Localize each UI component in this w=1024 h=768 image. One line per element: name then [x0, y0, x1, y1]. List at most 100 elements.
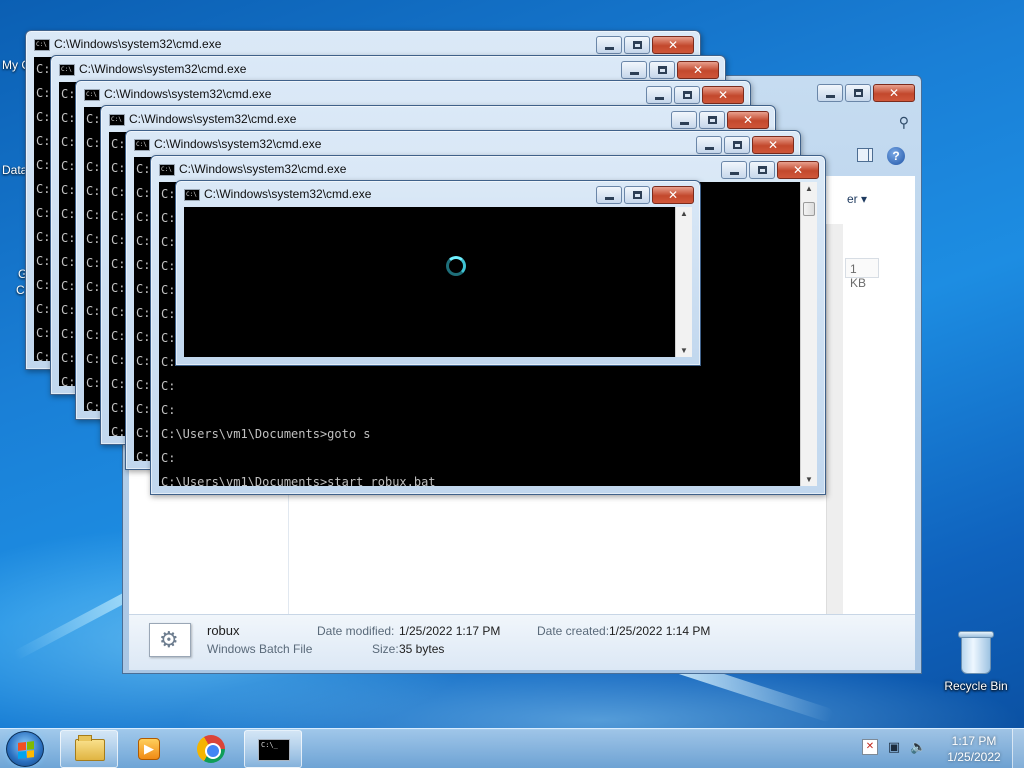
- cmd-icon: C:\: [34, 39, 50, 51]
- close-button[interactable]: [652, 186, 694, 204]
- console-line: C:: [161, 451, 176, 465]
- taskbar: C:\_ ✕ ▣ 🔈 1:17 PM 1/25/2022: [0, 728, 1024, 768]
- window-title: C:\Windows\system32\cmd.exe: [204, 187, 372, 201]
- window-title: C:\Windows\system32\cmd.exe: [179, 162, 347, 176]
- recycle-bin-icon: [957, 628, 995, 676]
- cmd-icon: C:\: [109, 114, 125, 126]
- media-player-icon: [138, 738, 160, 760]
- size-label: Size:: [372, 642, 399, 656]
- file-size-cell: 1 KB: [845, 258, 879, 290]
- window-title: C:\Windows\system32\cmd.exe: [54, 37, 222, 51]
- cmd-icon: C:\: [59, 64, 75, 76]
- search-icon[interactable]: ⚲: [899, 114, 909, 131]
- window-controls: [596, 36, 694, 54]
- maximize-button[interactable]: [724, 136, 750, 154]
- date-modified-label: Date modified:: [317, 624, 395, 638]
- minimize-button[interactable]: [621, 61, 647, 79]
- minimize-button[interactable]: [817, 84, 843, 102]
- desktop-icon-label-partial[interactable]: Data: [2, 163, 27, 177]
- view-menu-fragment[interactable]: er ▾: [847, 192, 867, 206]
- minimize-button[interactable]: [721, 161, 747, 179]
- console-scrollbar[interactable]: ▲▼: [675, 207, 692, 357]
- scroll-down-arrow-icon[interactable]: ▼: [676, 346, 692, 355]
- date-modified-value: 1/25/2022 1:17 PM: [399, 624, 501, 638]
- taskbar-explorer-button[interactable]: [60, 730, 118, 768]
- help-icon[interactable]: ?: [887, 147, 905, 165]
- recycle-bin-label: Recycle Bin: [944, 679, 1008, 693]
- show-desktop-button[interactable]: [1012, 729, 1024, 768]
- start-button[interactable]: [6, 731, 44, 767]
- minimize-button[interactable]: [696, 136, 722, 154]
- preview-pane-icon[interactable]: [857, 148, 873, 162]
- cmd-icon: C:\: [84, 89, 100, 101]
- taskbar-cmd-button[interactable]: C:\_: [244, 730, 302, 768]
- window-controls: [621, 61, 719, 79]
- file-list-scrollbar[interactable]: [826, 224, 843, 644]
- window-title: C:\Windows\system32\cmd.exe: [79, 62, 247, 76]
- console-line: C:: [161, 379, 176, 393]
- maximize-button[interactable]: [674, 86, 700, 104]
- maximize-button[interactable]: [749, 161, 775, 179]
- window-title: C:\Windows\system32\cmd.exe: [154, 137, 322, 151]
- scroll-down-arrow-icon[interactable]: ▼: [801, 475, 817, 484]
- date-created-label: Date created:: [537, 624, 610, 638]
- folder-icon: [75, 735, 105, 761]
- clock-time: 1:17 PM: [951, 734, 997, 748]
- taskbar-chrome-button[interactable]: [182, 730, 240, 768]
- close-button[interactable]: [752, 136, 794, 154]
- cmd-icon: C:\: [184, 189, 200, 201]
- close-button[interactable]: [652, 36, 694, 54]
- recycle-bin-shortcut[interactable]: Recycle Bin: [940, 628, 1012, 693]
- date-created-value: 1/25/2022 1:14 PM: [609, 624, 711, 638]
- chrome-icon: [197, 735, 225, 763]
- taskbar-media-player-button[interactable]: [120, 730, 178, 768]
- console-line: C:\Users\vm1\Documents>start robux.bat: [161, 475, 436, 486]
- batch-file-icon: ⚙: [149, 623, 191, 657]
- volume-icon[interactable]: 🔈: [910, 739, 926, 755]
- maximize-button[interactable]: [699, 111, 725, 129]
- window-title: C:\Windows\system32\cmd.exe: [104, 87, 272, 101]
- loading-spinner-icon: [446, 256, 466, 276]
- maximize-button[interactable]: [845, 84, 871, 102]
- scroll-up-arrow-icon[interactable]: ▲: [801, 184, 817, 193]
- details-pane: ⚙ robux Windows Batch File Date modified…: [129, 614, 915, 670]
- minimize-button[interactable]: [596, 186, 622, 204]
- window-controls: [671, 111, 769, 129]
- maximize-button[interactable]: [649, 61, 675, 79]
- close-button[interactable]: [727, 111, 769, 129]
- clock-date: 1/25/2022: [947, 750, 1001, 764]
- window-controls: [646, 86, 744, 104]
- size-value: 35 bytes: [399, 642, 445, 656]
- window-controls: [596, 186, 694, 204]
- window-controls: [696, 136, 794, 154]
- action-center-alert-icon[interactable]: ✕: [862, 739, 878, 755]
- window-controls: [721, 161, 819, 179]
- scroll-up-arrow-icon[interactable]: ▲: [676, 209, 692, 218]
- close-button[interactable]: [702, 86, 744, 104]
- explorer-window-controls: [817, 84, 915, 102]
- minimize-button[interactable]: [646, 86, 672, 104]
- maximize-button[interactable]: [624, 36, 650, 54]
- cmd-icon: C:\: [159, 164, 175, 176]
- cmd-icon: C:\: [134, 139, 150, 151]
- file-type: Windows Batch File: [207, 642, 313, 656]
- scroll-thumb[interactable]: [803, 202, 815, 216]
- console-output[interactable]: [184, 207, 675, 357]
- console-line: C:: [161, 403, 176, 417]
- close-button[interactable]: [777, 161, 819, 179]
- file-name: robux: [207, 623, 240, 638]
- close-button[interactable]: [873, 84, 915, 102]
- system-tray: ✕ ▣ 🔈: [862, 739, 926, 755]
- cmd-window[interactable]: C:\C:\Windows\system32\cmd.exe▲▼: [175, 180, 701, 366]
- maximize-button[interactable]: [624, 186, 650, 204]
- network-icon[interactable]: ▣: [886, 739, 902, 755]
- minimize-button[interactable]: [671, 111, 697, 129]
- windows-logo-icon: [18, 741, 34, 759]
- console-line: C:\Users\vm1\Documents>goto s: [161, 427, 371, 441]
- console-scrollbar[interactable]: ▲▼: [800, 182, 817, 486]
- close-button[interactable]: [677, 61, 719, 79]
- minimize-button[interactable]: [596, 36, 622, 54]
- desktop-icon-label-partial[interactable]: C: [16, 283, 25, 297]
- window-title: C:\Windows\system32\cmd.exe: [129, 112, 297, 126]
- clock[interactable]: 1:17 PM 1/25/2022: [938, 733, 1010, 765]
